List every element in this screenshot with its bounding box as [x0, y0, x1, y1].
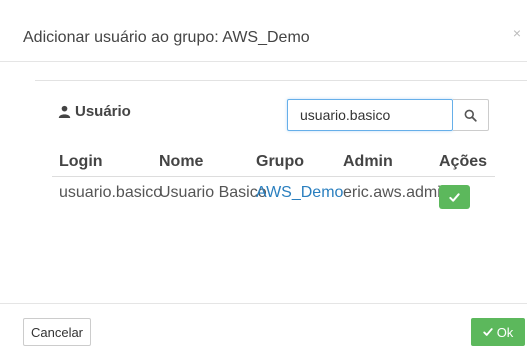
header-login: Login	[59, 153, 103, 170]
header-admin: Admin	[343, 153, 393, 170]
select-user-button[interactable]	[439, 185, 470, 209]
add-user-modal: Adicionar usuário ao grupo: AWS_Demo × U…	[0, 0, 527, 347]
close-icon[interactable]: ×	[513, 26, 521, 40]
search-button[interactable]	[453, 99, 489, 131]
section-heading: Usuário	[58, 103, 131, 120]
search-input[interactable]	[287, 99, 453, 131]
modal-header: Adicionar usuário ao grupo: AWS_Demo ×	[0, 0, 527, 62]
header-nome: Nome	[159, 153, 204, 170]
cell-nome: Usuario Basico	[159, 184, 267, 201]
modal-title: Adicionar usuário ao grupo: AWS_Demo	[23, 29, 310, 46]
header-acoes: Ações	[439, 153, 488, 170]
table-header-divider	[52, 176, 495, 177]
cell-admin: eric.aws.admin	[343, 184, 450, 201]
ok-label: Ok	[496, 324, 514, 340]
header-grupo: Grupo	[256, 153, 304, 170]
cell-login: usuario.basico	[59, 184, 163, 201]
check-icon	[483, 328, 493, 336]
user-search-panel: Usuário Login Nome Grupo Admin Ações usu…	[35, 80, 527, 280]
section-label: Usuário	[75, 103, 131, 120]
modal-footer: Cancelar Ok	[0, 303, 527, 347]
check-icon	[449, 192, 460, 202]
cell-grupo-link[interactable]: AWS_Demo	[256, 184, 343, 202]
search-icon	[464, 109, 477, 122]
user-icon	[58, 105, 71, 118]
cancel-button[interactable]: Cancelar	[23, 318, 91, 346]
ok-button[interactable]: Ok	[471, 318, 525, 346]
